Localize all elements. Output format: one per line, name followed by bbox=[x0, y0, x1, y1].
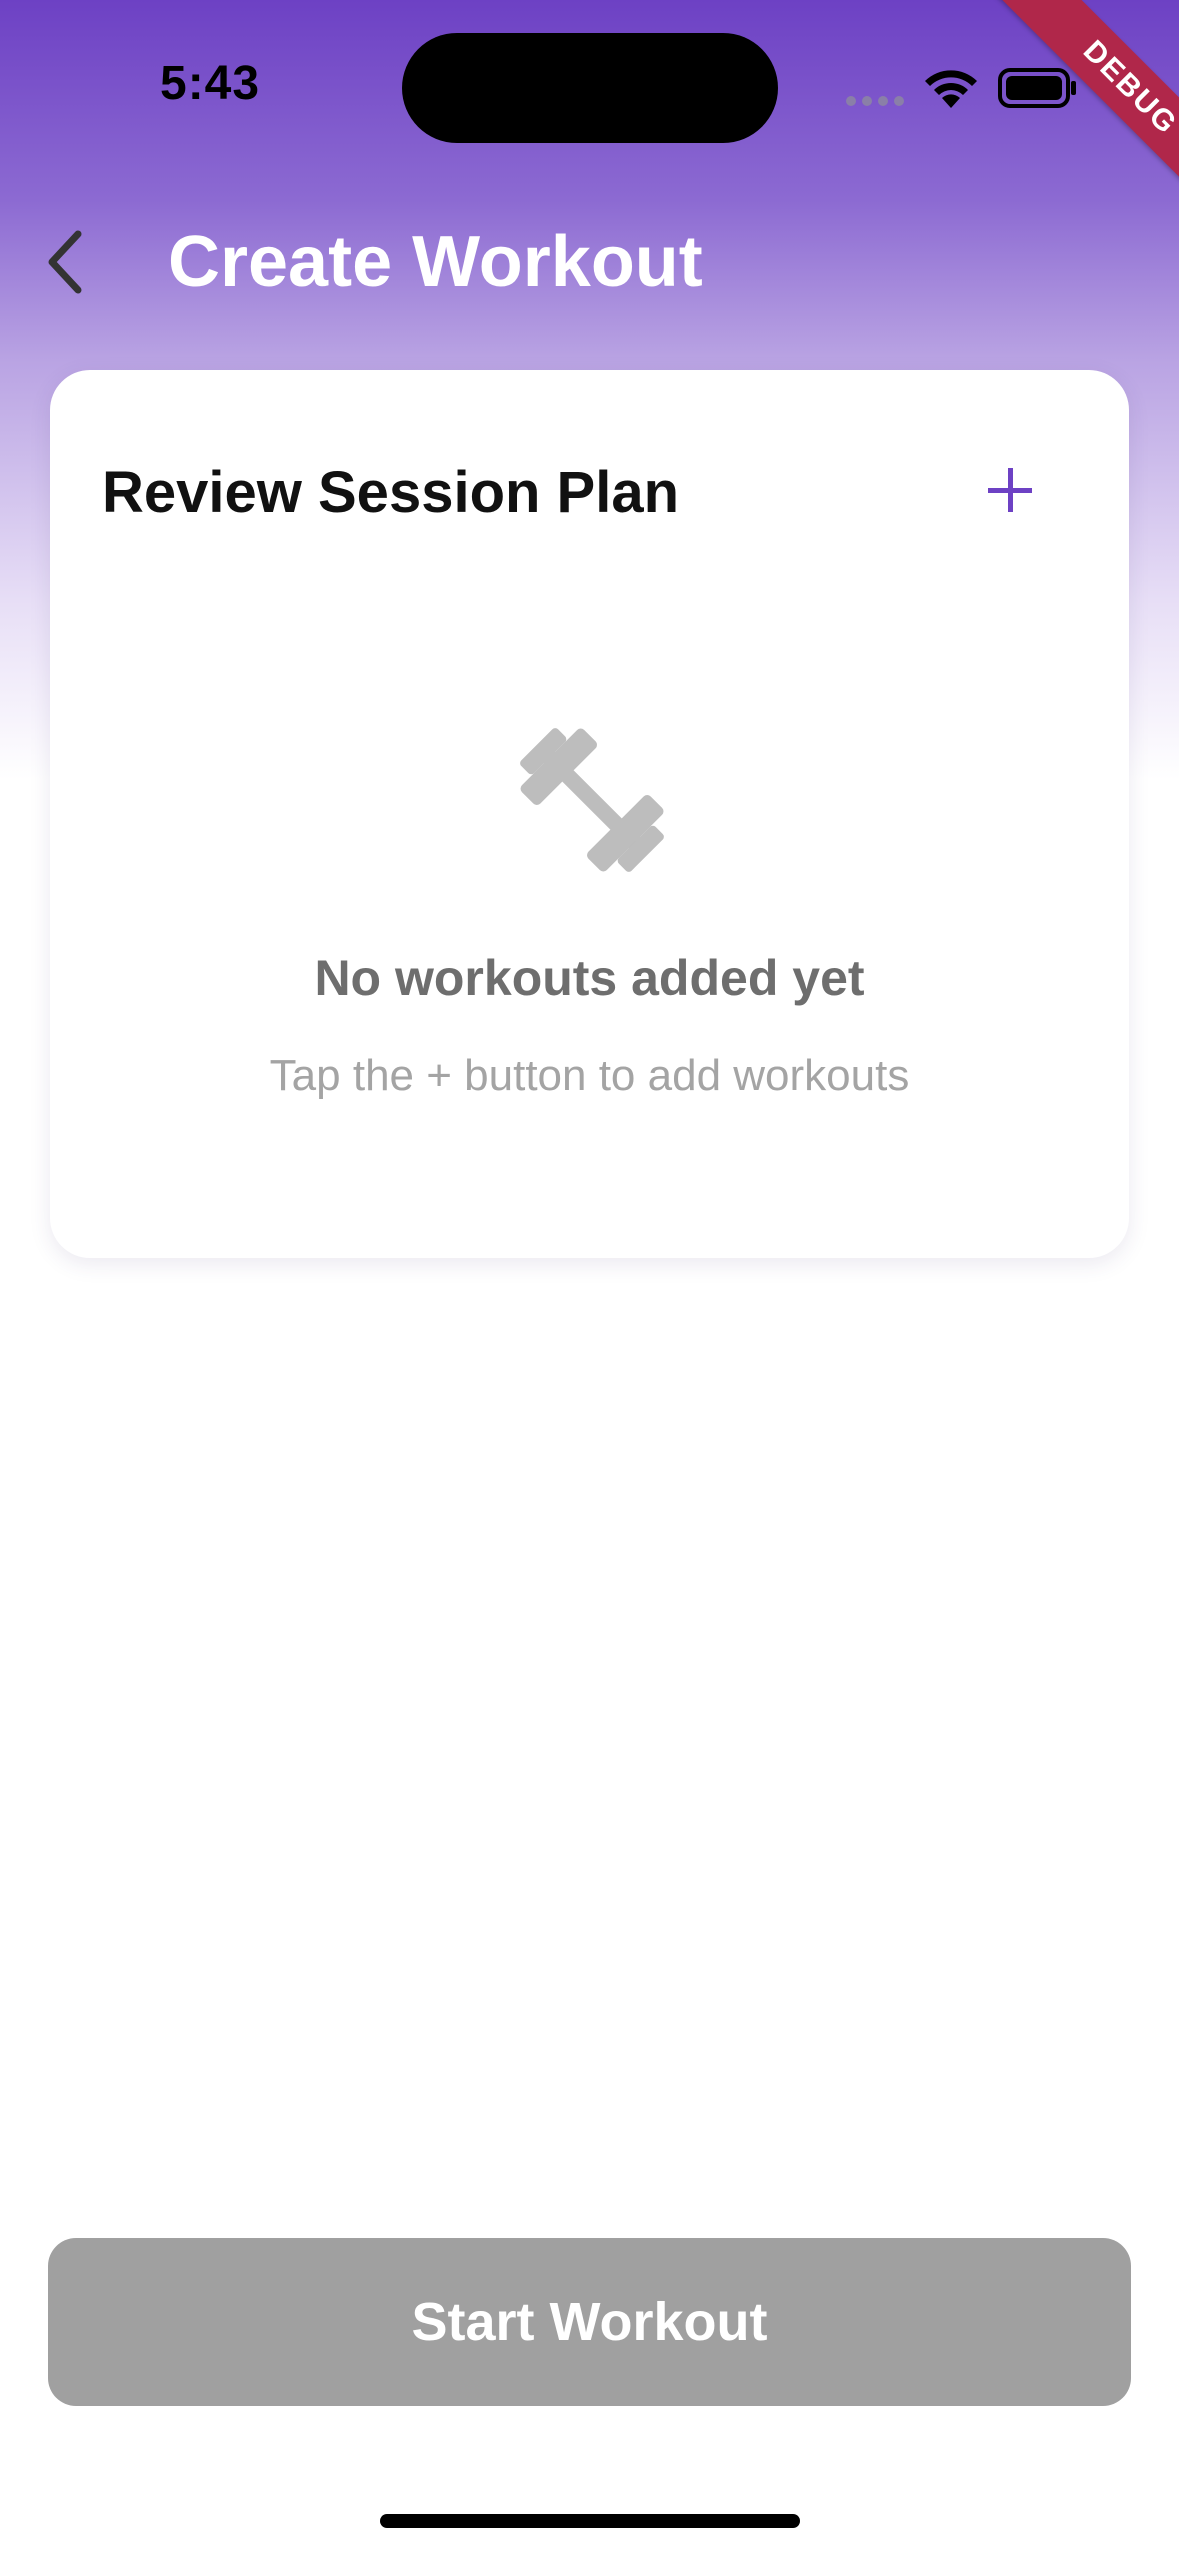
wifi-icon bbox=[925, 70, 977, 108]
status-time: 5:43 bbox=[160, 57, 261, 110]
card-title: Review Session Plan bbox=[102, 460, 680, 525]
empty-state-title: No workouts added yet bbox=[314, 950, 865, 1006]
barbell-icon bbox=[520, 728, 664, 872]
back-button[interactable] bbox=[40, 222, 96, 302]
start-workout-button[interactable]: Start Workout bbox=[48, 2238, 1131, 2406]
page-title: Create Workout bbox=[168, 222, 703, 302]
dynamic-island bbox=[402, 33, 778, 143]
battery-icon bbox=[998, 68, 1076, 108]
add-workout-button[interactable] bbox=[970, 450, 1050, 530]
home-indicator bbox=[380, 2514, 800, 2528]
plus-icon bbox=[988, 468, 1032, 512]
session-plan-card: Review Session Plan No workouts added ye… bbox=[50, 370, 1129, 1258]
empty-state-subtitle: Tap the + button to add workouts bbox=[269, 1051, 910, 1100]
